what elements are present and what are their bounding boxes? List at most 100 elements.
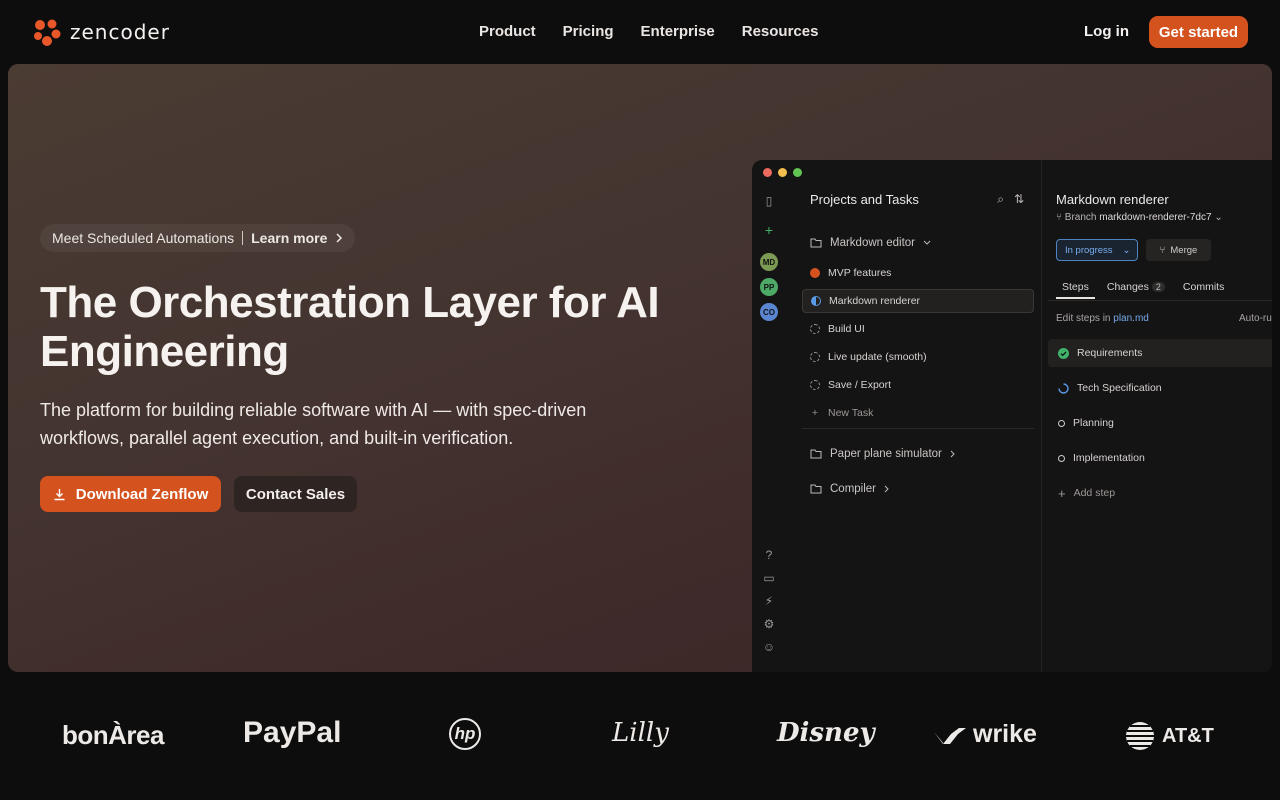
avatar[interactable]: PP xyxy=(760,278,778,296)
task-label: MVP features xyxy=(828,267,892,279)
app-window-preview: ▯ + MD PP CO ? ▭ ⚡ ⚙ ☺ Projects and Task… xyxy=(752,160,1272,672)
tab-steps[interactable]: Steps xyxy=(1056,277,1095,299)
top-nav: zencoder Product Pricing Enterprise Reso… xyxy=(0,0,1280,64)
plus-icon: + xyxy=(811,407,819,419)
task-progress-icon xyxy=(811,296,821,306)
chat-icon[interactable]: ▭ xyxy=(762,571,776,585)
bolt-icon[interactable]: ⚡ xyxy=(762,594,776,608)
get-started-button[interactable]: Get started xyxy=(1149,16,1248,48)
tab-commits[interactable]: Commits xyxy=(1177,277,1230,299)
chevron-right-icon xyxy=(336,233,343,243)
task-status-icon xyxy=(810,268,820,278)
nav-link-enterprise[interactable]: Enterprise xyxy=(641,23,715,40)
task-label: Save / Export xyxy=(828,379,892,391)
step-pending-icon xyxy=(1058,419,1065,427)
att-logo: AT&T xyxy=(1124,720,1214,752)
step-label: Planning xyxy=(1073,417,1114,429)
status-dropdown[interactable]: In progress ⌄ xyxy=(1056,239,1138,261)
task-pending-icon xyxy=(810,324,820,334)
chevron-right-icon xyxy=(950,450,955,458)
help-icon[interactable]: ? xyxy=(762,548,776,562)
announcement-text: Meet Scheduled Automations xyxy=(52,230,235,246)
add-step-label: Add step xyxy=(1073,487,1116,499)
step-item[interactable]: Requirements xyxy=(1048,339,1272,367)
step-pending-icon xyxy=(1058,454,1065,462)
nav-link-product[interactable]: Product xyxy=(479,23,536,40)
task-title: Markdown renderer xyxy=(1056,192,1169,207)
folder-label: Markdown editor xyxy=(830,237,916,249)
learn-more-link[interactable]: Learn more xyxy=(251,230,327,246)
bonarea-logo: bonÀrea xyxy=(62,720,164,750)
wrike-check-icon xyxy=(934,727,966,744)
download-zenflow-button[interactable]: Download Zenflow xyxy=(40,476,221,512)
task-item[interactable]: MVP features xyxy=(802,261,1034,285)
branch-selector[interactable]: ⑂ Branch markdown-renderer-7dc7 ⌄ xyxy=(1056,212,1223,223)
download-icon xyxy=(54,488,65,500)
tabs-underline xyxy=(1048,300,1272,301)
folder-label: Paper plane simulator xyxy=(830,448,942,460)
folder-markdown-editor[interactable]: Markdown editor xyxy=(802,231,1034,255)
status-label: In progress xyxy=(1065,244,1113,256)
plan-md-link[interactable]: plan.md xyxy=(1113,313,1149,324)
user-icon[interactable]: ☺ xyxy=(762,640,776,654)
task-label: Live update (smooth) xyxy=(828,351,927,363)
task-label: Markdown renderer xyxy=(829,295,921,307)
step-label: Tech Specification xyxy=(1077,382,1162,394)
announcement-pill[interactable]: Meet Scheduled Automations Learn more xyxy=(40,224,356,252)
changes-count-badge: 2 xyxy=(1151,282,1165,292)
nav-link-resources[interactable]: Resources xyxy=(742,23,819,40)
avatar[interactable]: MD xyxy=(760,253,778,271)
task-item[interactable]: Live update (smooth) xyxy=(802,345,1034,369)
step-item[interactable]: Tech Specification In xyxy=(1048,374,1272,402)
autorun-toggle[interactable]: Auto-run xyxy=(1239,313,1272,324)
detail-tabs: Steps Changes 2 Commits xyxy=(1056,277,1230,299)
download-label: Download Zenflow xyxy=(75,485,209,503)
login-link[interactable]: Log in xyxy=(1084,23,1129,40)
search-icon[interactable]: ⌕ xyxy=(997,192,1004,207)
wrike-logo: wrike xyxy=(933,720,1037,749)
settings-icon[interactable]: ⚙ xyxy=(762,617,776,631)
add-step-button[interactable]: + Add step xyxy=(1048,479,1272,507)
task-item[interactable]: Save / Export xyxy=(802,373,1034,397)
nav-links: Product Pricing Enterprise Resources xyxy=(479,23,818,40)
step-label: Requirements xyxy=(1077,347,1143,359)
chevron-down-icon: ⌄ xyxy=(1214,212,1223,223)
branch-name: markdown-renderer-7dc7 xyxy=(1099,212,1212,223)
announcement-divider xyxy=(242,231,244,245)
merge-icon: ⑂ xyxy=(1159,244,1166,256)
tab-changes-label: Changes xyxy=(1106,281,1149,293)
merge-button[interactable]: ⑂ Merge xyxy=(1146,239,1211,261)
task-item[interactable]: Build UI xyxy=(802,317,1034,341)
sort-icon[interactable]: ⇅ xyxy=(1014,192,1024,207)
avatar[interactable]: CO xyxy=(760,303,778,321)
panel-divider xyxy=(802,428,1034,429)
branch-prefix: Branch xyxy=(1064,212,1097,223)
nav-link-pricing[interactable]: Pricing xyxy=(563,23,614,40)
zencoder-logo-icon xyxy=(34,19,61,46)
step-item[interactable]: Implementation xyxy=(1048,444,1272,472)
contact-sales-button[interactable]: Contact Sales xyxy=(234,476,357,512)
folder-icon xyxy=(810,449,822,459)
projects-title: Projects and Tasks xyxy=(810,192,919,207)
step-item[interactable]: Planning xyxy=(1048,409,1272,437)
tab-changes[interactable]: Changes 2 xyxy=(1101,277,1171,299)
folder-icon xyxy=(810,238,822,248)
spinner-icon xyxy=(1058,382,1069,394)
disney-logo: Disney xyxy=(777,718,875,748)
task-label: Build UI xyxy=(828,323,865,335)
new-task-button[interactable]: + New Task xyxy=(802,401,1034,425)
app-rail: ▯ + MD PP CO ? ▭ ⚡ ⚙ ☺ xyxy=(752,160,788,672)
projects-panel: Projects and Tasks ⌕ ⇅ Markdown editor M… xyxy=(794,160,1034,672)
new-task-label: New Task xyxy=(828,407,874,419)
folder-label: Compiler xyxy=(830,483,877,495)
hp-text: hp xyxy=(454,724,476,743)
folder-paper-plane[interactable]: Paper plane simulator xyxy=(802,442,1034,466)
brand-logo[interactable]: zencoder xyxy=(32,17,170,47)
branch-icon: ⑂ xyxy=(1056,212,1062,223)
plus-icon: + xyxy=(1058,485,1066,501)
add-project-icon[interactable]: + xyxy=(762,223,776,237)
sidebar-toggle-icon[interactable]: ▯ xyxy=(762,194,776,208)
task-item-selected[interactable]: Markdown renderer xyxy=(802,289,1034,313)
folder-compiler[interactable]: Compiler xyxy=(802,477,1034,501)
customer-logos: bonÀrea PayPal hp Lilly Disney wrike AT&… xyxy=(0,700,1280,780)
